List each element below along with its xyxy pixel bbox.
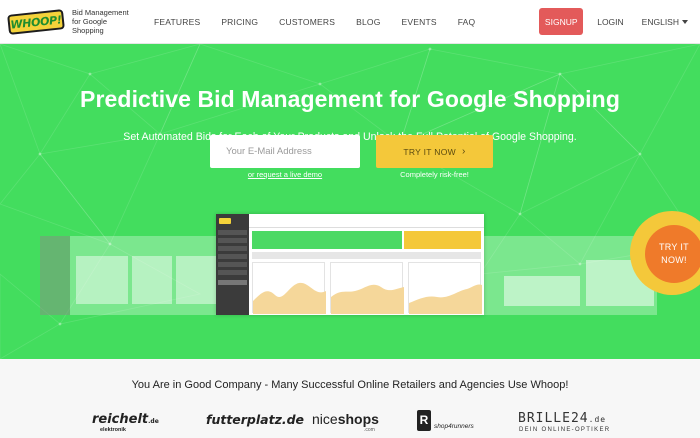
language-label: ENGLISH (641, 16, 679, 27)
screenshot-sidebar-item (218, 238, 247, 243)
niceshops-subtitle: .com (364, 427, 375, 433)
tagline-line2: for Google Shopping (72, 17, 108, 35)
shop4runners-mark: R (417, 410, 431, 431)
top-navbar: WHOOP! Bid Management for Google Shoppin… (0, 0, 700, 44)
reichelt-tld: .de (148, 418, 159, 425)
niceshops-part-a: nice (312, 411, 338, 427)
screenshot-sidebar (216, 214, 249, 315)
futterplatz-logo: futterplatz.de (206, 412, 305, 427)
menu-item-pricing[interactable]: PRICING (221, 17, 258, 27)
menu-item-features[interactable]: FEATURES (154, 17, 200, 27)
preview-panel (504, 276, 580, 306)
dashboard-preview-left (40, 236, 218, 315)
preview-panel (132, 256, 172, 304)
reichelt-subtitle: elektronik (100, 427, 126, 433)
logo-tagline: Bid Management for Google Shopping (72, 8, 138, 35)
try-it-now-label: TRY IT NOW (403, 146, 456, 157)
screenshot-chart-card (408, 262, 482, 314)
screenshot-sidebar-item (218, 230, 247, 235)
tagline-line1: Bid Management (72, 8, 129, 17)
area-chart-thumbnail (253, 282, 326, 314)
menu-item-faq[interactable]: FAQ (458, 17, 476, 27)
menu-item-customers[interactable]: CUSTOMERS (279, 17, 335, 27)
logo-badge: WHOOP! (7, 8, 65, 35)
reichelt-logo: reichelt.de (92, 412, 159, 427)
screenshot-filter-bar (252, 252, 481, 259)
screenshot-logo (219, 218, 231, 224)
chevron-down-icon (682, 19, 688, 24)
chevron-right-icon: › (461, 146, 466, 157)
screenshot-sidebar-item (218, 262, 247, 267)
brille24-logo: BRILLE24.de (518, 411, 606, 426)
area-chart-thumbnail (331, 284, 404, 314)
preview-panel (176, 256, 216, 304)
screenshot-action-bar (404, 231, 481, 249)
screenshot-chart-card (330, 262, 404, 314)
screenshot-strategy-bar (252, 231, 402, 249)
try-it-now-button[interactable]: TRY IT NOW › (376, 135, 493, 168)
email-input[interactable] (210, 135, 360, 168)
brille24-wordmark: BRILLE24 (518, 411, 589, 426)
preview-panel (76, 256, 128, 304)
signup-button[interactable]: SIGNUP (539, 8, 584, 35)
reichelt-wordmark: reichelt (92, 412, 149, 427)
brille24-subtitle: DEIN ONLINE-OPTIKER (519, 427, 611, 433)
area-chart-thumbnail (409, 284, 482, 314)
badge-line2: NOW! (661, 255, 687, 265)
niceshops-part-b: shops (337, 411, 379, 427)
login-link[interactable]: LOGIN (597, 17, 623, 27)
hero-title: Predictive Bid Management for Google Sho… (80, 86, 620, 112)
screenshot-topbar (249, 214, 484, 228)
language-selector[interactable]: ENGLISH (642, 17, 688, 27)
niceshops-logo: niceshops (312, 411, 379, 427)
customers-headline: You Are in Good Company - Many Successfu… (131, 379, 569, 391)
preview-sidebar (40, 236, 70, 315)
whoop-logo[interactable]: WHOOP! (7, 8, 66, 35)
risk-free-note: Completely risk-free! (400, 170, 469, 179)
badge-line1: TRY IT (659, 242, 689, 252)
shop4runners-wordmark: shop4runners (434, 423, 474, 430)
badge-arrow-icon: › (634, 246, 638, 260)
menu-item-events[interactable]: EVENTS (402, 17, 437, 27)
screenshot-sidebar-item (218, 270, 247, 275)
main-menu: FEATURES PRICING CUSTOMERS BLOG EVENTS F… (154, 17, 496, 27)
screenshot-sidebar-item (218, 254, 247, 259)
shop4runners-logo: R shop4runners (417, 410, 487, 436)
menu-item-blog[interactable]: BLOG (356, 17, 380, 27)
brille24-tld: .de (588, 415, 607, 424)
product-screenshot (216, 214, 484, 315)
try-it-now-badge[interactable]: TRY IT NOW! (645, 225, 700, 283)
customers-section: You Are in Good Company - Many Successfu… (0, 359, 700, 438)
request-demo-link[interactable]: or request a live demo (210, 170, 360, 179)
screenshot-sidebar-item (218, 246, 247, 251)
screenshot-sidebar-item (218, 280, 247, 285)
screenshot-chart-card (252, 262, 326, 314)
nav-actions: SIGNUP LOGIN ENGLISH (539, 8, 688, 35)
customer-logos: reichelt.de elektronik futterplatz.de ni… (0, 410, 700, 436)
